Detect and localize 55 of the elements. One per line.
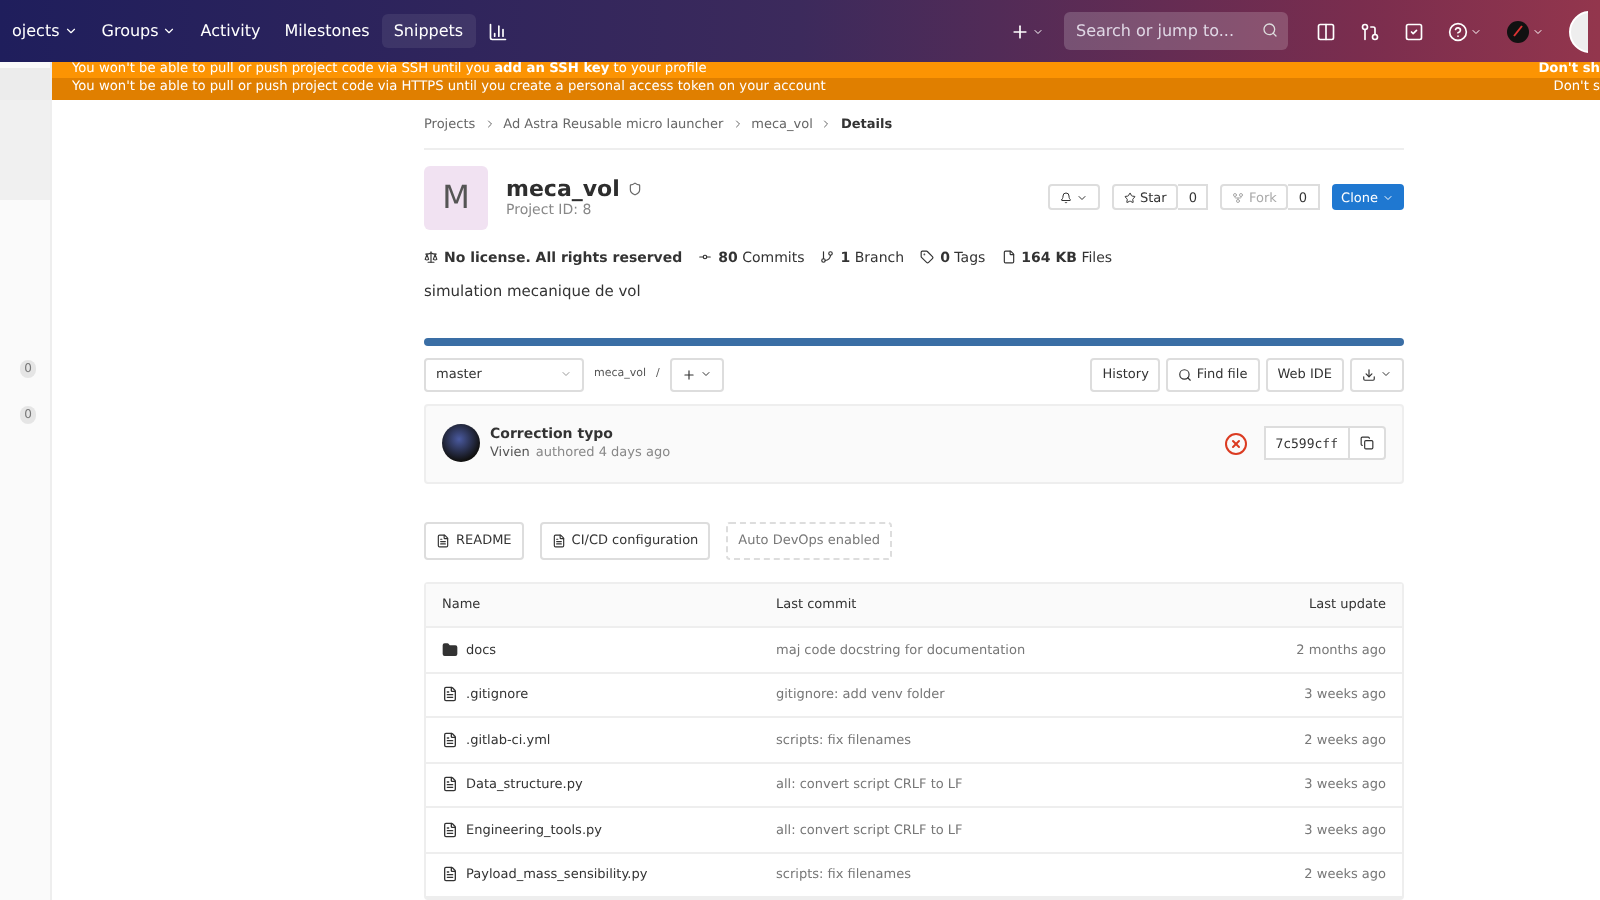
caret-icon bbox=[1470, 25, 1482, 37]
failed-status-icon[interactable] bbox=[1223, 431, 1248, 455]
commits-icon bbox=[698, 250, 713, 264]
copy-icon bbox=[1360, 436, 1374, 450]
files-icon bbox=[1001, 250, 1016, 264]
branch-icon bbox=[820, 250, 835, 264]
copy-button[interactable] bbox=[1350, 426, 1386, 460]
user-avatar-icon[interactable] bbox=[1506, 19, 1530, 43]
file-icon bbox=[551, 533, 566, 547]
file-icon bbox=[436, 533, 450, 547]
merge-request-icon[interactable] bbox=[1360, 21, 1380, 41]
plus-icon bbox=[681, 367, 696, 381]
folder-icon bbox=[442, 641, 458, 658]
notification-button[interactable] bbox=[1048, 184, 1100, 210]
chevron-icon bbox=[820, 117, 833, 129]
chart-icon[interactable] bbox=[487, 21, 508, 41]
avatar-icon[interactable] bbox=[1568, 9, 1588, 53]
file-icon bbox=[442, 731, 458, 748]
file-icon bbox=[442, 686, 458, 703]
shield-icon bbox=[627, 182, 642, 196]
caret-icon bbox=[560, 368, 572, 380]
help-icon[interactable] bbox=[1448, 21, 1468, 41]
nav-link[interactable]: Activity bbox=[188, 14, 273, 48]
chevron-icon bbox=[731, 117, 744, 129]
tags-icon bbox=[920, 250, 935, 264]
project-name: meca_vol bbox=[506, 176, 620, 202]
fork-icon bbox=[1232, 191, 1245, 203]
caret-icon bbox=[1032, 25, 1044, 37]
download-button[interactable] bbox=[1350, 357, 1404, 391]
search-icon bbox=[1178, 367, 1193, 381]
nav-link[interactable]: ojects bbox=[0, 14, 90, 48]
nav-link[interactable]: Groups bbox=[89, 14, 189, 48]
file-icon bbox=[442, 821, 458, 838]
file-icon bbox=[442, 866, 458, 883]
star-icon bbox=[1124, 191, 1136, 203]
caret-icon bbox=[1532, 25, 1544, 37]
user-avatar bbox=[442, 424, 480, 462]
nav-link[interactable]: Snippets bbox=[381, 14, 476, 48]
todo-icon[interactable] bbox=[1404, 21, 1424, 41]
chevron-icon bbox=[483, 117, 496, 129]
search-icon bbox=[1262, 22, 1278, 38]
caret-icon bbox=[1382, 191, 1394, 203]
file-icon bbox=[442, 776, 458, 793]
caret-icon bbox=[162, 24, 177, 38]
bell-icon bbox=[1060, 191, 1072, 203]
nav-link[interactable]: Milestones bbox=[272, 14, 382, 48]
caret-icon bbox=[63, 24, 78, 38]
plus-icon[interactable] bbox=[1010, 21, 1030, 41]
project-avatar: M bbox=[424, 165, 488, 229]
caret-icon bbox=[1380, 368, 1392, 380]
caret-icon bbox=[1076, 191, 1088, 203]
license-icon bbox=[424, 250, 438, 264]
download-icon bbox=[1362, 367, 1376, 381]
panels-icon[interactable] bbox=[1316, 21, 1336, 41]
caret-icon bbox=[699, 368, 712, 380]
